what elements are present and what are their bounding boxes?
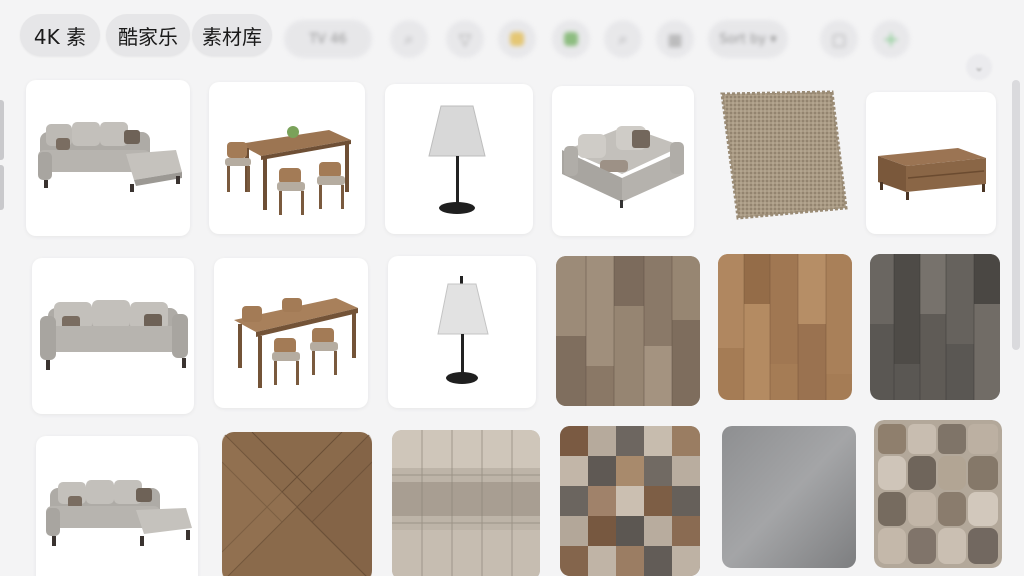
search-icon[interactable]: ⌕	[390, 20, 428, 58]
tile-jute-rug[interactable]	[714, 88, 850, 234]
chevron-down-icon[interactable]: ⌄	[966, 54, 992, 80]
sort-dropdown-label: Sort by ▾	[719, 31, 777, 47]
vertical-scrollbar[interactable]	[1012, 80, 1020, 350]
chip-material-library-label: 素材库	[202, 24, 262, 49]
tile-wood-floor-oak[interactable]	[556, 256, 700, 406]
wood-pattern-panel-image	[392, 430, 540, 576]
metal-plate-image	[722, 426, 856, 568]
tile-stone-tile-mosaic[interactable]	[874, 420, 1002, 568]
sectional-sofa-image	[38, 122, 182, 192]
asset-library-app: 4K 素 酷家乐 素材库 TV 46 ⌕ ▽ ⌕ ▦ Sort by ▾ ▢ +…	[0, 0, 1024, 576]
wood-floor-natural-image	[718, 254, 852, 400]
jute-rug-image	[720, 90, 848, 220]
parquet-herringbone-image	[222, 432, 372, 576]
left-scroll-edge	[0, 165, 4, 210]
left-scroll-edge	[0, 100, 4, 160]
chip-4k[interactable]: 4K 素	[20, 14, 100, 56]
table-lamp-image	[437, 276, 489, 384]
dining-set-image	[234, 298, 358, 388]
blurred-pill-label: TV 46	[309, 31, 347, 47]
tile-wood-floor-natural[interactable]	[718, 254, 852, 400]
chip-kujiale-label: 酷家乐	[118, 24, 178, 49]
blurred-search-pill[interactable]: TV 46	[284, 20, 372, 58]
checker-wood-tiles-image	[560, 426, 700, 576]
tile-dining-set[interactable]	[214, 258, 368, 408]
tile-table-lamp[interactable]	[388, 256, 536, 408]
sort-dropdown[interactable]: Sort by ▾	[708, 20, 788, 58]
loveseat-sofa-image	[562, 126, 684, 208]
tile-checker-wood-tiles[interactable]	[560, 426, 700, 576]
add-icon[interactable]: +	[872, 20, 910, 58]
tile-coffee-table[interactable]	[866, 92, 996, 234]
wood-floor-oak-image	[556, 256, 700, 406]
wood-floor-grey-image	[870, 254, 1000, 400]
table-lamp-image	[428, 105, 486, 214]
tile-sectional-sofa[interactable]	[26, 80, 190, 236]
tile-wood-floor-grey[interactable]	[870, 254, 1000, 400]
tile-metal-plate[interactable]	[720, 424, 858, 570]
tile-parquet-herringbone[interactable]	[222, 432, 372, 576]
zoom-icon[interactable]: ⌕	[604, 20, 642, 58]
tile-loveseat-sofa[interactable]	[552, 86, 694, 236]
tile-table-lamp[interactable]	[385, 84, 533, 234]
square-icon[interactable]: ▢	[820, 20, 858, 58]
blurred-toolbar: TV 46 ⌕ ▽ ⌕ ▦ Sort by ▾ ▢ +	[280, 14, 920, 84]
chip-4k-label: 4K 素	[33, 24, 87, 49]
chip-material-library[interactable]: 素材库	[192, 14, 272, 56]
filter-icon[interactable]: ▽	[446, 20, 484, 58]
three-seat-sofa-image	[40, 300, 188, 370]
bell-icon[interactable]	[498, 20, 536, 58]
tile-dining-set[interactable]	[209, 82, 365, 234]
tile-wood-pattern-panel[interactable]	[392, 430, 540, 576]
stone-tile-mosaic-image	[874, 420, 1002, 568]
sectional-sofa-image	[46, 480, 192, 546]
grid-icon[interactable]: ▦	[656, 20, 694, 58]
tile-sectional-sofa[interactable]	[36, 436, 198, 576]
dining-set-image	[225, 126, 351, 215]
palette-icon[interactable]	[552, 20, 590, 58]
coffee-table-image	[878, 148, 986, 200]
chip-kujiale[interactable]: 酷家乐	[106, 14, 190, 56]
tile-three-seat-sofa[interactable]	[32, 258, 194, 414]
